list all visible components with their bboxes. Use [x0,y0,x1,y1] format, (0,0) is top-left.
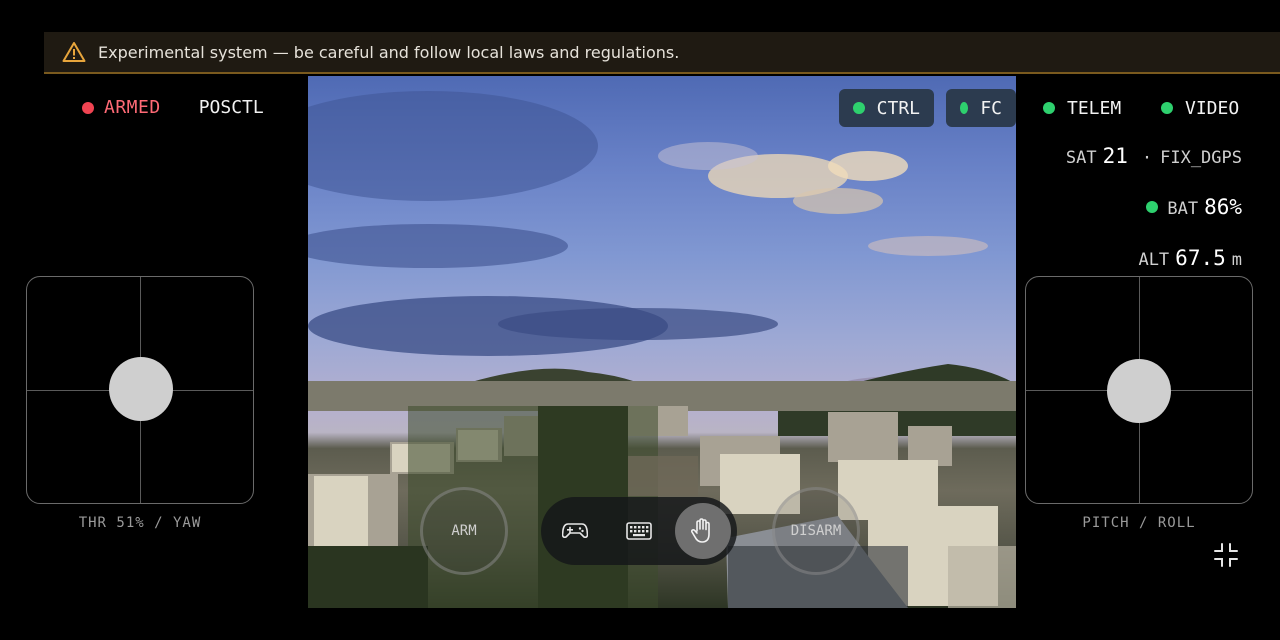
sat-label: SAT [1065,148,1097,168]
pitch-roll-knob[interactable] [1107,359,1171,423]
sat-count: 21 [1102,144,1128,168]
ctrl-status-dot [853,102,865,114]
gamepad-icon[interactable] [547,503,603,559]
right-stick-label: PITCH / ROLL [1082,515,1196,531]
flight-status: ARMED POSCTL [82,97,264,118]
battery-status-dot [1146,201,1159,213]
gps-fix: FIX_DGPS [1160,148,1242,168]
warning-icon [62,41,86,63]
battery-readout: BAT 86% [1146,195,1242,219]
armed-label: ARMED [104,97,161,118]
armed-indicator [82,101,94,114]
link-fc: FC [946,89,1016,127]
warning-text: Experimental system — be careful and fol… [98,42,680,62]
battery-label: BAT [1167,199,1199,219]
link-ctrl-label: CTRL [876,97,920,119]
sat-separator: · [1141,148,1153,168]
link-telem-label: TELEM [1067,97,1122,119]
right-joystick[interactable] [1025,276,1253,504]
link-video: VIDEO [1147,89,1239,127]
fc-status-dot [960,102,969,114]
video-status-dot [1161,102,1173,114]
altitude-unit: m [1231,250,1242,270]
disarm-button[interactable]: DISARM [772,487,860,575]
flight-mode[interactable]: POSCTL [199,97,264,118]
telem-status-dot [1043,102,1055,114]
battery-value: 86% [1204,195,1242,219]
gps-readout: SAT 21 · FIX_DGPS [1066,144,1242,168]
link-fc-label: FC [980,97,1002,119]
altitude-label: ALT [1138,250,1170,270]
arm-button[interactable]: ARM [420,487,508,575]
link-telem: TELEM [1029,89,1135,127]
link-ctrl: CTRL [839,89,934,127]
collapse-icon[interactable] [1213,542,1239,568]
left-stick-label: THR 51% / YAW [78,515,202,531]
control-mode-toolbar [541,497,737,565]
hand-icon[interactable] [675,503,731,559]
warning-banner: Experimental system — be careful and fol… [44,32,1280,74]
link-video-label: VIDEO [1185,97,1240,119]
throttle-yaw-knob[interactable] [109,357,173,421]
altitude-value: 67.5 [1175,246,1226,270]
left-joystick[interactable] [26,276,254,504]
altitude-readout: ALT 67.5 m [1138,246,1242,270]
keyboard-icon[interactable] [611,503,667,559]
